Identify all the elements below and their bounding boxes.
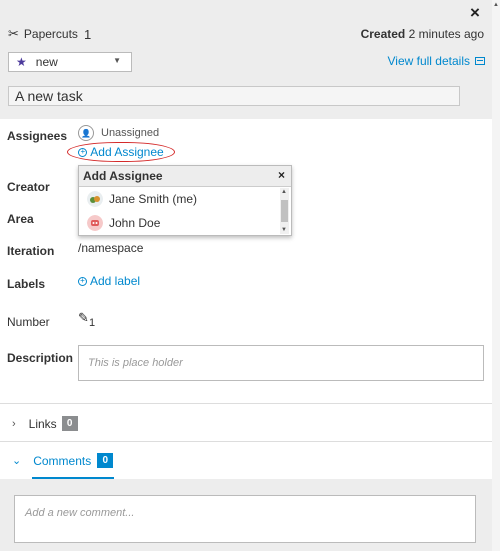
chevron-right-icon: › <box>12 417 16 430</box>
user-name: Jane Smith (me) <box>109 192 198 206</box>
description-field[interactable]: This is place holder <box>78 345 484 381</box>
links-count-badge: 0 <box>61 416 78 431</box>
pencil-icon[interactable]: ✎ <box>78 310 89 326</box>
scroll-thumb[interactable] <box>281 200 288 222</box>
scissors-icon: ✂ <box>8 26 19 41</box>
dropdown-scrollbar[interactable]: ▲ ▼ <box>280 188 289 234</box>
comments-label: Comments <box>33 453 92 468</box>
new-comment-field[interactable]: Add a new comment... <box>14 495 476 543</box>
user-placeholder-icon: 👤 <box>78 125 94 141</box>
add-label-text: Add label <box>90 274 141 288</box>
user-option-john-doe[interactable]: John Doe <box>79 211 291 235</box>
view-full-details-link[interactable]: View full details <box>387 54 485 68</box>
state-dropdown[interactable]: ★ new ▼ <box>8 52 132 72</box>
links-label: Links <box>28 416 57 431</box>
section-divider <box>0 441 492 442</box>
close-panel-button[interactable]: × <box>470 3 480 23</box>
dropdown-header: Add Assignee × <box>79 166 291 187</box>
description-label: Description <box>7 351 74 365</box>
add-assignee-button[interactable]: + Add Assignee <box>67 142 175 162</box>
iteration-label: Iteration <box>7 244 55 258</box>
view-full-details-label: View full details <box>387 54 471 68</box>
dropdown-title: Add Assignee <box>83 169 163 183</box>
iteration-value[interactable]: /namespace <box>78 241 143 255</box>
number-value: 1 <box>89 317 96 329</box>
comments-section-toggle[interactable]: ⌄ Comments 0 <box>12 453 114 468</box>
work-item-type: ✂ Papercuts 1 <box>8 26 91 42</box>
area-label: Area <box>7 212 34 226</box>
plus-circle-icon: + <box>78 276 87 286</box>
title-field[interactable]: A new task <box>8 86 460 106</box>
chevron-down-icon: ▼ <box>113 56 121 65</box>
add-assignee-label: Add Assignee <box>90 145 164 159</box>
avatar <box>87 191 103 207</box>
work-item-type-name: Papercuts <box>23 27 78 41</box>
links-section-toggle[interactable]: › Links 0 <box>12 416 78 431</box>
created-info: Created 2 minutes ago <box>361 27 484 41</box>
card-icon <box>475 57 485 65</box>
add-assignee-dropdown: Add Assignee × Jane Smith (me) John Doe … <box>78 165 292 236</box>
scroll-down-icon[interactable]: ▼ <box>281 226 287 234</box>
scroll-up-arrow-icon[interactable]: ▲ <box>493 2 499 8</box>
created-time: 2 minutes ago <box>408 27 484 41</box>
plus-circle-icon: + <box>78 147 88 157</box>
chevron-down-icon: ⌄ <box>12 455 22 467</box>
panel-scrollbar[interactable]: ▲ <box>492 0 500 551</box>
assignees-label: Assignees <box>7 129 68 143</box>
work-item-number: 1 <box>83 26 92 42</box>
avatar <box>87 215 103 231</box>
add-label-button[interactable]: + Add label <box>78 274 140 288</box>
user-name: John Doe <box>109 216 161 230</box>
comments-count-badge: 0 <box>97 453 114 468</box>
star-icon: ★ <box>16 55 27 69</box>
scroll-up-icon[interactable]: ▲ <box>281 188 287 196</box>
number-label: Number <box>7 315 50 329</box>
creator-label: Creator <box>7 180 50 194</box>
unassigned-text: Unassigned <box>101 127 160 139</box>
assignee-value: 👤 Unassigned <box>78 125 159 141</box>
created-label: Created <box>360 27 406 41</box>
labels-label: Labels <box>7 277 46 291</box>
state-value: new <box>35 55 58 69</box>
section-divider <box>0 403 492 404</box>
user-option-jane-smith[interactable]: Jane Smith (me) <box>79 187 291 211</box>
dropdown-close-button[interactable]: × <box>278 168 285 182</box>
